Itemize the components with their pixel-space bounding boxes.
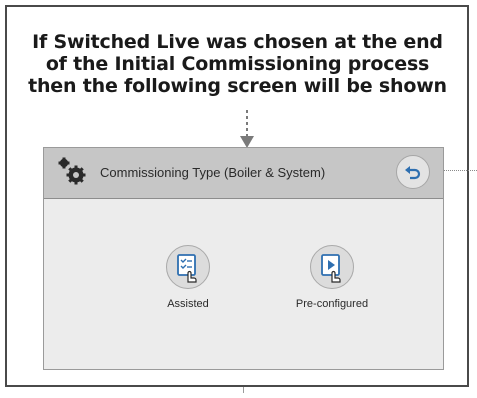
assisted-option[interactable]: Assisted xyxy=(133,245,243,310)
caption-line-1: If Switched Live was chosen at the end xyxy=(32,31,443,53)
bottom-tick xyxy=(243,387,244,393)
back-arrow-icon xyxy=(405,166,421,180)
assisted-label: Assisted xyxy=(167,298,209,310)
pre-configured-label: Pre-configured xyxy=(295,298,369,310)
checklist-touch-icon xyxy=(166,245,210,289)
caption-line-3: then the following screen will be shown xyxy=(28,75,447,97)
back-button[interactable] xyxy=(396,155,430,189)
connector-line xyxy=(444,170,477,171)
caption-line-2: of the Initial Commissioning process xyxy=(45,53,430,75)
gear-icon[interactable] xyxy=(56,156,88,188)
pre-configured-option[interactable]: Pre-configured xyxy=(277,245,387,310)
caption: If Switched Live was chosen at the end o… xyxy=(20,31,455,97)
screen-title: Commissioning Type (Boiler & System) xyxy=(100,165,326,180)
screen-header: Commissioning Type (Boiler & System) xyxy=(44,148,443,199)
play-touch-icon xyxy=(310,245,354,289)
down-arrow-icon xyxy=(240,110,254,148)
commissioning-screen: Commissioning Type (Boiler & System) Ass… xyxy=(43,147,444,370)
